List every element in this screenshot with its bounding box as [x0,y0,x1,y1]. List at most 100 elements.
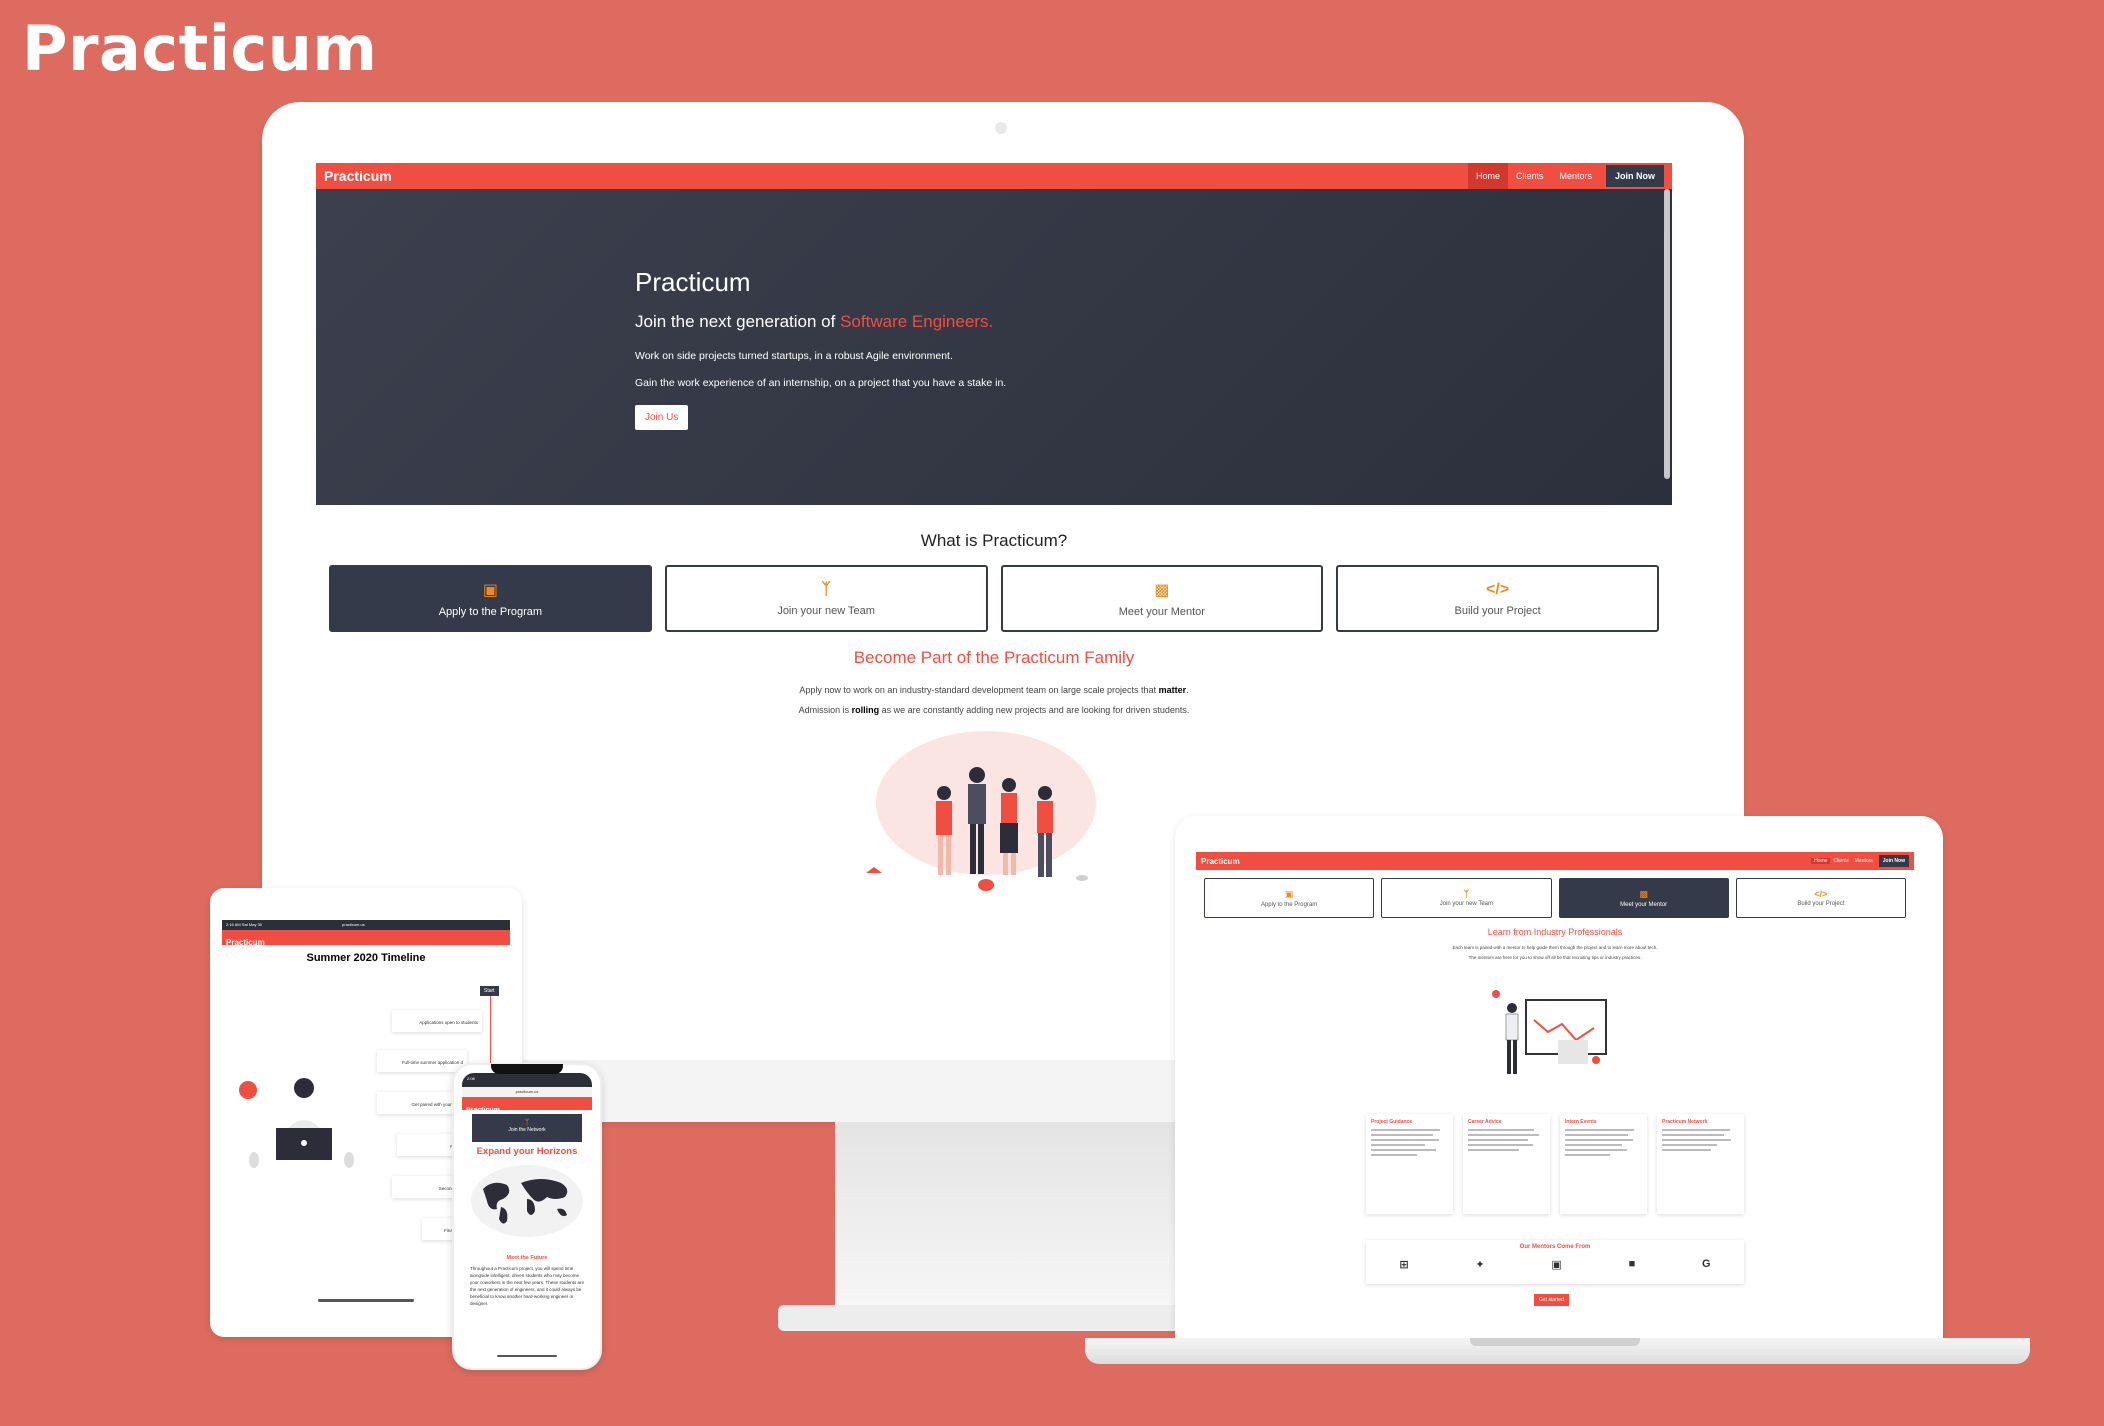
world-map-illustration [483,1179,568,1224]
tablet-status-bar: 2:16 AM Sat May 30 practicum.us [222,920,510,930]
nav-home[interactable]: Home [1467,163,1508,189]
tab-mentor[interactable]: ▩ Meet your Mentor [1000,565,1324,632]
family-title: Become Part of the Practicum Family [853,648,1135,667]
mentor-illustration [1492,990,1607,1074]
hero-subtitle-prefix: Join the next generation of [635,312,841,331]
laptop-tab-apply-label: Apply to the Program [1260,901,1318,908]
join-now-button[interactable]: Join Now [1606,165,1664,187]
laptop-nav-clients[interactable]: Clients [1830,858,1851,864]
branch-icon: ᛉ [1463,889,1470,899]
hero: Practicum Join the next generation of So… [316,189,1672,505]
join-us-button[interactable]: Join Us [635,405,689,430]
nav-clients[interactable]: Clients [1508,163,1552,189]
text-line [1662,1139,1732,1141]
clipboard-icon: ▣ [1284,888,1294,899]
tablet-home-indicator [318,1299,414,1302]
phone-home-indicator [497,1355,557,1357]
tab-project[interactable]: </> Build your Project [1336,565,1659,632]
phone-title: Expand your Horizons [476,1146,578,1157]
phone-notch [491,1064,563,1074]
desktop-logo[interactable]: Practicum [324,168,1468,184]
laptop-section-title: Learn from Industry Professionals [1487,927,1623,937]
phone-site: 2:08 practicum.us Practicum ᛉ Join the Ne… [462,1073,592,1360]
text-line [1662,1149,1712,1151]
tab-team[interactable]: ᛉ Join your new Team [664,565,988,632]
card-intern-events-title: Intern Events [1565,1119,1597,1125]
laptop-cards: Project Guidance Career Advice Intern Ev… [1196,1114,1914,1214]
laptop-tab-mentor-label: Meet your Mentor [1620,901,1668,908]
hero-line-1: Work on side projects turned startups, i… [635,350,953,362]
text-line [1371,1139,1439,1141]
text-line [1565,1154,1610,1156]
laptop-tab-project-label: Build your Project [1797,901,1845,907]
facebook-icon: ■ [1628,1258,1636,1270]
laptop-join-now-button[interactable]: Join Now [1878,855,1909,867]
team-illustration [866,731,1096,891]
world-map [471,1165,583,1237]
brand-logo: Practicum [22,12,378,85]
laptop-feature-tabs: ▣ Apply to the Program ᛉ Join your new Tea… [1196,878,1914,918]
mentor-icon: ▩ [1154,581,1170,599]
tab-team-label: Join your new Team [777,604,875,617]
family-description: Apply now to work on an industry-standar… [316,680,1672,720]
text-line [1468,1144,1534,1146]
card-project-guidance-title: Project Guidance [1371,1119,1413,1125]
card-career-advice: Career Advice [1463,1114,1550,1214]
join-network-label: Join the Network [508,1127,546,1133]
imac-base [778,1305,1228,1331]
get-started-button[interactable]: Get started [1534,1294,1569,1306]
tab-project-label: Build your Project [1454,604,1541,617]
windows-icon: ⊞ [1399,1259,1409,1271]
timeline-start: Start [480,986,499,996]
text-line [1371,1134,1433,1136]
phone-status-bar: 2:08 [462,1073,592,1087]
section-title: What is Practicum? [920,531,1068,550]
text-line [1371,1129,1441,1131]
tablet-navbar: Practicum [222,930,510,947]
join-network-tab[interactable]: ᛉ Join the Network [472,1114,582,1142]
code-icon: </> [1814,889,1828,899]
text-line [1565,1149,1627,1151]
text-line [1565,1134,1629,1136]
text-line [1468,1139,1529,1141]
phone-navbar: Practicum [462,1097,592,1114]
text-line [1371,1144,1425,1146]
mentors-from: Our Mentors Come From ⊞ ✦ ▣ ■ G [1366,1240,1744,1284]
card-intern-events: Intern Events [1560,1114,1647,1214]
network-icon: ᛉ [524,1118,530,1127]
laptop-tab-apply[interactable]: ▣ Apply to the Program [1204,878,1375,918]
family-line-1: Apply now to work on an industry-standar… [316,680,1672,700]
phone-url-bar[interactable]: practicum.us [462,1087,592,1097]
laptop-logo[interactable]: Practicum [1201,857,1811,866]
tablet-url: practicum.us [342,922,365,927]
meet-future-text: Throughout a Practicum project, you will… [470,1266,584,1306]
text-line [1371,1149,1436,1151]
code-icon: </> [1486,580,1510,598]
laptop-tab-project[interactable]: </> Build your Project [1735,878,1906,918]
laptop-tab-mentor[interactable]: ▩ Meet your Mentor [1558,878,1729,918]
card-practicum-network-title: Practicum Network [1662,1119,1708,1125]
imac-stand [835,1122,1175,1317]
scrollbar[interactable] [1664,189,1670,479]
card-practicum-network: Practicum Network [1657,1114,1744,1214]
hero-line-2: Gain the work experience of an internshi… [635,377,1007,389]
tablet-logo[interactable]: Practicum [226,938,265,947]
laptop-nav-mentors[interactable]: Mentors [1852,858,1876,864]
branch-icon: ᛉ [821,580,831,598]
clipboard-icon: ▣ [482,581,498,599]
card-career-advice-title: Career Advice [1468,1119,1502,1125]
tab-apply[interactable]: ▣ Apply to the Program [329,565,652,632]
laptop-nav-home[interactable]: Home [1811,858,1831,864]
laptop-tab-team[interactable]: ᛉ Join your new Team [1381,878,1552,918]
card-project-guidance: Project Guidance [1366,1114,1453,1214]
hero-subtitle-accent: Software Engineers. [840,312,994,331]
hero-subtitle: Join the next generation of Software Eng… [635,312,1672,332]
nav-mentors[interactable]: Mentors [1551,163,1600,189]
text-line [1468,1134,1539,1136]
feature-tabs: ▣ Apply to the Program ᛉ Join your new T… [316,565,1672,632]
twitter-icon: ✦ [1475,1259,1485,1271]
phone-logo[interactable]: Practicum [466,1107,500,1114]
text-line [1565,1139,1633,1141]
family-line-2-c: as we are constantly adding new projects… [879,705,1190,715]
mentors-from-title: Our Mentors Come From [1519,1244,1591,1250]
